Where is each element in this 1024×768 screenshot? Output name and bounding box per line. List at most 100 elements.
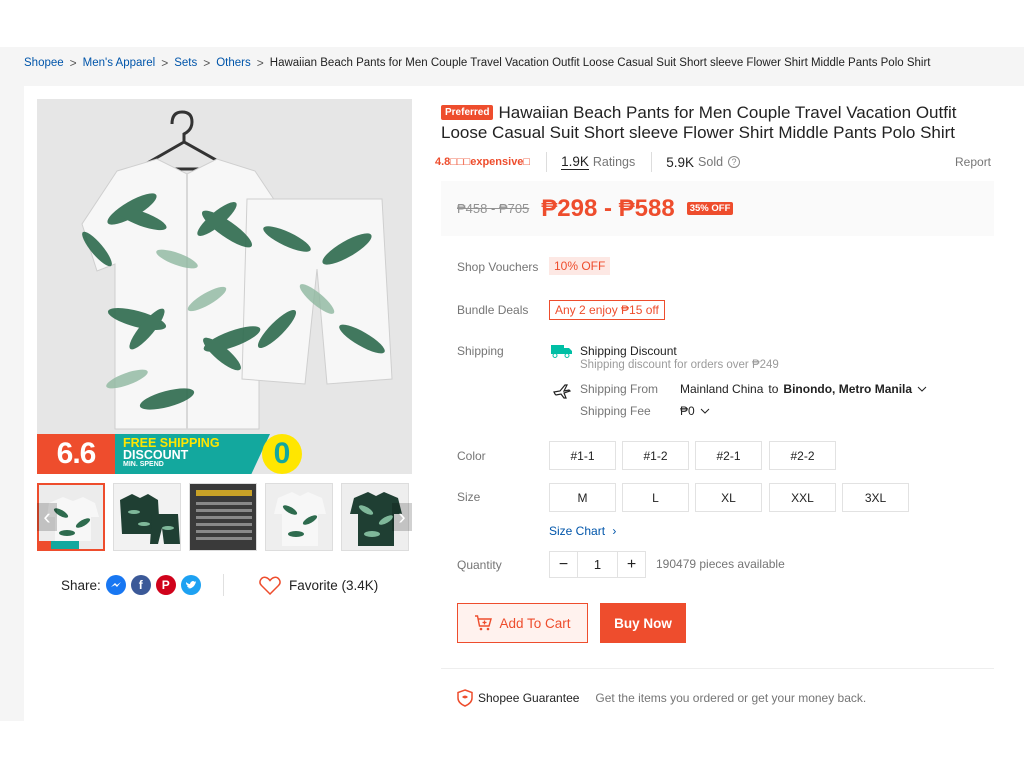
- guarantee-title: Shopee Guarantee: [478, 691, 580, 705]
- promo-free-shipping: FREE SHIPPING DISCOUNT MIN. SPEND: [115, 434, 270, 474]
- bottom-bar: [0, 721, 1024, 768]
- size-chart-label: Size Chart: [549, 524, 606, 538]
- shipping-discount-title: Shipping Discount: [580, 344, 677, 358]
- buy-now-button[interactable]: Buy Now: [600, 603, 686, 643]
- bundle-deal-chip[interactable]: Any 2 enjoy ₱15 off: [549, 300, 665, 320]
- size-option[interactable]: XL: [695, 483, 762, 512]
- outfit-thumbnail-image: [266, 484, 332, 550]
- shopee-guarantee: Shopee Guarantee Get the items you order…: [457, 689, 866, 707]
- color-option[interactable]: #1-1: [549, 441, 616, 470]
- ratings-label: Ratings: [592, 155, 636, 169]
- size-option[interactable]: M: [549, 483, 616, 512]
- guarantee-text: Get the items you ordered or get your mo…: [595, 691, 867, 705]
- messenger-icon[interactable]: [105, 575, 126, 595]
- breadcrumb-separator: >: [161, 56, 169, 70]
- outfit-thumbnail-image: [114, 484, 180, 550]
- size-option[interactable]: 3XL: [842, 483, 909, 512]
- quantity-increase-button[interactable]: +: [618, 552, 645, 577]
- share-divider: [223, 574, 224, 596]
- rating-row: 4.8□□□expensive□ 1.9K Ratings 5.9K Sold …: [435, 152, 995, 172]
- breadcrumb-separator: >: [69, 56, 77, 70]
- promo-banner: 6.6 FREE SHIPPING DISCOUNT MIN. SPEND 0: [37, 434, 412, 474]
- free-shipping-truck-icon: [551, 345, 572, 358]
- sold-label: Sold: [698, 155, 724, 169]
- quantity-decrease-button[interactable]: −: [550, 552, 577, 577]
- product-title-text: Hawaiian Beach Pants for Men Couple Trav…: [441, 103, 957, 142]
- product-main-image[interactable]: [37, 99, 412, 474]
- shipping-destination[interactable]: Mainland China to Binondo, Metro Manila: [680, 382, 927, 396]
- price-original: ₱458 - ₱705: [457, 201, 530, 216]
- quantity-input[interactable]: 1: [577, 552, 618, 577]
- quantity-stepper: − 1 +: [549, 551, 646, 578]
- breadcrumb-separator: >: [256, 56, 264, 70]
- price-current: ₱298 - ₱588: [541, 194, 675, 222]
- pinterest-icon[interactable]: P: [155, 575, 176, 595]
- size-label: Size: [457, 490, 481, 504]
- thumbnail[interactable]: [189, 483, 257, 551]
- shipping-fee[interactable]: ₱0: [680, 404, 710, 418]
- outfit-illustration: [37, 99, 412, 474]
- facebook-icon[interactable]: f: [130, 575, 151, 595]
- color-option[interactable]: #1-2: [622, 441, 689, 470]
- section-divider: [441, 668, 994, 669]
- promo-line3: MIN. SPEND: [123, 461, 164, 468]
- shield-icon: [457, 689, 473, 707]
- product-title: Preferred Hawaiian Beach Pants for Men Co…: [441, 103, 1001, 143]
- share-row: Share: f P: [61, 574, 201, 596]
- twitter-icon[interactable]: [180, 575, 201, 595]
- chevron-down-icon: [917, 386, 927, 392]
- quantity-available: 190479 pieces available: [656, 557, 785, 571]
- question-icon[interactable]: ?: [728, 156, 741, 168]
- report-link[interactable]: Report: [955, 155, 991, 169]
- rating-divider: [651, 152, 653, 172]
- shipping-from-label: Shipping From: [580, 382, 659, 396]
- top-bar: [0, 0, 1024, 47]
- rating-divider: [546, 152, 548, 172]
- ratings-count[interactable]: 1.9K: [561, 154, 589, 170]
- sold-count: 5.9K: [666, 154, 695, 170]
- breadcrumb-current: Hawaiian Beach Pants for Men Couple Trav…: [269, 57, 931, 69]
- promo-amount: 0: [262, 434, 302, 474]
- add-to-cart-label: Add To Cart: [499, 615, 571, 631]
- shop-voucher-chip[interactable]: 10% OFF: [549, 257, 611, 275]
- favorite-button[interactable]: Favorite (3.4K): [259, 574, 378, 596]
- color-option[interactable]: #2-1: [695, 441, 762, 470]
- chevron-right-icon: ›: [612, 524, 617, 538]
- preferred-badge: Preferred: [441, 105, 494, 120]
- discount-badge: 35% OFF: [686, 202, 734, 215]
- size-chart-link[interactable]: Size Chart ›: [549, 524, 616, 538]
- promo-line2: DISCOUNT: [123, 448, 189, 462]
- quantity-label: Quantity: [457, 558, 502, 572]
- shop-vouchers-label: Shop Vouchers: [457, 260, 539, 274]
- rating-score[interactable]: 4.8□□□expensive□: [435, 156, 530, 168]
- color-option[interactable]: #2-2: [769, 441, 836, 470]
- chevron-left-icon[interactable]: ‹: [37, 503, 57, 531]
- shipping-to-word: to: [768, 382, 779, 396]
- shipping-origin: Mainland China: [680, 382, 764, 396]
- heart-icon: [259, 576, 281, 595]
- chevron-right-icon[interactable]: ›: [392, 503, 412, 531]
- bundle-deals-label: Bundle Deals: [457, 303, 529, 317]
- shipping-fee-value: ₱0: [680, 404, 695, 418]
- shipping-destination-value: Binondo, Metro Manila: [783, 382, 913, 396]
- breadcrumb-mens-apparel[interactable]: Men's Apparel: [83, 57, 156, 69]
- shipping-label: Shipping: [457, 344, 504, 358]
- thumbnail-strip: [37, 483, 412, 551]
- chevron-down-icon: [700, 408, 710, 414]
- promo-event: 6.6: [37, 434, 115, 474]
- breadcrumb-others[interactable]: Others: [216, 57, 251, 69]
- size-option[interactable]: XXL: [769, 483, 836, 512]
- cart-icon: [475, 615, 493, 631]
- share-label: Share:: [61, 577, 101, 593]
- size-chart-thumbnail-image: [190, 484, 256, 550]
- add-to-cart-button[interactable]: Add To Cart: [457, 603, 588, 643]
- thumbnail[interactable]: [113, 483, 181, 551]
- thumbnail[interactable]: [265, 483, 333, 551]
- price-box: ₱458 - ₱705 ₱298 - ₱588 35% OFF: [441, 181, 994, 236]
- shipping-fee-label: Shipping Fee: [580, 404, 651, 418]
- breadcrumb-shopee[interactable]: Shopee: [24, 57, 64, 69]
- breadcrumb: Shopee > Men's Apparel > Sets > Others >…: [24, 56, 931, 70]
- size-option[interactable]: L: [622, 483, 689, 512]
- breadcrumb-sets[interactable]: Sets: [174, 57, 197, 69]
- breadcrumb-separator: >: [203, 56, 211, 70]
